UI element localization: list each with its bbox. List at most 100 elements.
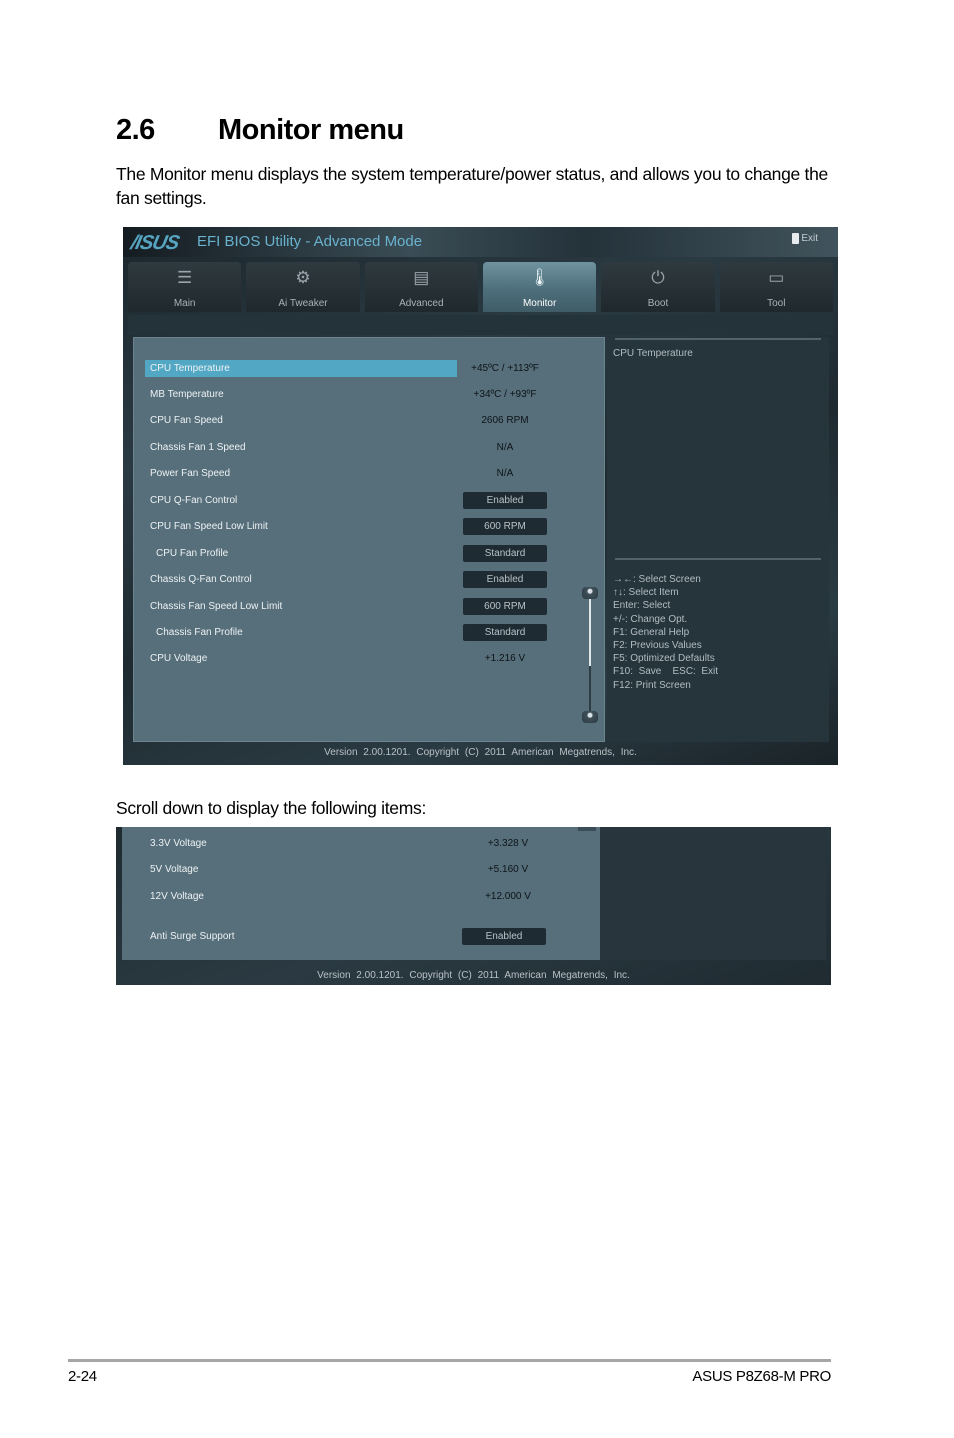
setting-row-cpu-q-fan-control[interactable]: CPU Q-Fan Control Enabled: [145, 492, 595, 510]
setting-value: +12.000 V: [485, 891, 531, 902]
setting-row-cpu-voltage[interactable]: CPU Voltage +1.216 V: [145, 650, 595, 668]
key-help-item: F1: General Help: [613, 626, 690, 638]
help-panel-scrolled: [600, 827, 826, 960]
setting-label: Chassis Fan Profile: [156, 627, 243, 638]
option-button[interactable]: Enabled: [463, 571, 547, 588]
sub-menu-bar: [128, 315, 833, 335]
section-number: 2.6: [116, 114, 155, 146]
bios-version-footer: Version 2.00.1201. Copyright (C) 2011 Am…: [324, 747, 637, 758]
setting-row-chassis-fan-1-speed[interactable]: Chassis Fan 1 Speed N/A: [145, 439, 595, 457]
page-number: 2-24: [68, 1368, 97, 1385]
exit-door-icon: [792, 233, 800, 244]
tab-monitor[interactable]: 🌡 Monitor: [482, 262, 597, 312]
bios-version-footer: Version 2.00.1201. Copyright (C) 2011 Am…: [317, 970, 630, 981]
scroll-knob-stub[interactable]: [578, 827, 596, 831]
scroll-note: Scroll down to display the following ite…: [116, 798, 427, 818]
setting-value: +1.216 V: [484, 653, 526, 664]
key-help-item: Enter: Select: [613, 600, 671, 612]
setting-row-3-3v-voltage[interactable]: 3.3V Voltage +3.328 V: [144, 835, 584, 853]
tab-tool[interactable]: ▭ Tool: [719, 262, 833, 312]
footer-rule: [68, 1359, 831, 1362]
advanced-icon: ▤: [413, 268, 430, 287]
exit-button[interactable]: Exit: [792, 233, 818, 244]
intro-paragraph: The Monitor menu displays the system tem…: [116, 164, 828, 208]
setting-value: +3.328 V: [487, 838, 529, 849]
list-icon: ☰: [177, 268, 193, 287]
setting-row-cpu-fan-profile[interactable]: CPU Fan Profile Standard: [145, 545, 595, 563]
option-button[interactable]: Enabled: [463, 492, 547, 509]
setting-row-cpu-fan-speed[interactable]: CPU Fan Speed 2606 RPM: [145, 412, 595, 430]
setting-label: Chassis Q-Fan Control: [150, 574, 252, 585]
option-button[interactable]: 600 RPM: [463, 598, 547, 615]
setting-value: N/A: [496, 468, 514, 479]
tab-label: Advanced: [399, 298, 444, 309]
setting-label: Power Fan Speed: [150, 468, 231, 479]
key-help-item: F12: Print Screen: [613, 679, 691, 691]
help-divider: [615, 558, 821, 560]
help-panel: CPU Temperature →←: Select Screen ↑↓: Se…: [607, 337, 829, 742]
setting-label: MB Temperature: [150, 389, 224, 400]
option-button[interactable]: Enabled: [462, 928, 546, 945]
setting-row-5v-voltage[interactable]: 5V Voltage +5.160 V: [144, 861, 584, 879]
scrollbar[interactable]: [582, 587, 598, 723]
setting-value: +5.160 V: [487, 864, 529, 875]
tab-label: Tool: [767, 298, 786, 309]
tab-advanced[interactable]: ▤ Advanced: [364, 262, 478, 312]
setting-row-anti-surge-support[interactable]: Anti Surge Support Enabled: [144, 928, 584, 946]
tab-label: Boot: [647, 298, 669, 309]
setting-row-power-fan-speed[interactable]: Power Fan Speed N/A: [145, 465, 595, 483]
bios-screenshot-main: /ISUS EFI BIOS Utility - Advanced Mode E…: [123, 227, 838, 765]
section-heading: 2.6 Monitor menu: [116, 114, 404, 147]
tab-ai-tweaker[interactable]: ⚙ Ai Tweaker: [246, 262, 360, 312]
power-icon: ⏻: [651, 268, 665, 287]
option-button[interactable]: Standard: [463, 624, 547, 641]
setting-value: 2606 RPM: [481, 415, 529, 426]
option-button[interactable]: Standard: [463, 545, 547, 562]
section-title: Monitor menu: [218, 114, 404, 146]
setting-label: Chassis Fan 1 Speed: [150, 442, 246, 453]
setting-label: CPU Fan Speed: [150, 415, 223, 426]
bios-screenshot-scrolled: 3.3V Voltage +3.328 V 5V Voltage +5.160 …: [116, 827, 831, 985]
scroll-down-knob[interactable]: [582, 711, 598, 723]
setting-row-12v-voltage[interactable]: 12V Voltage +12.000 V: [144, 888, 584, 906]
tab-boot[interactable]: ⏻ Boot: [601, 262, 715, 312]
setting-label: CPU Voltage: [150, 653, 208, 664]
option-button[interactable]: 600 RPM: [463, 518, 547, 535]
tab-label: Main: [173, 298, 196, 309]
monitor-thermometer-icon: 🌡: [528, 268, 551, 287]
setting-label: CPU Q-Fan Control: [150, 495, 238, 506]
bios-tabs: ☰ Main ⚙ Ai Tweaker ▤ Advanced 🌡 Monitor…: [128, 262, 833, 314]
setting-label: Chassis Fan Speed Low Limit: [150, 601, 283, 612]
setting-row-mb-temperature[interactable]: MB Temperature +34ºC / +93ºF: [145, 386, 595, 404]
setting-value: +45ºC / +113ºF: [471, 363, 539, 374]
help-divider: [615, 338, 821, 340]
bios-title: EFI BIOS Utility - Advanced Mode: [197, 233, 423, 250]
setting-row-chassis-fan-profile[interactable]: Chassis Fan Profile Standard: [145, 624, 595, 642]
tweaker-icon: ⚙: [295, 268, 311, 287]
setting-label: 5V Voltage: [150, 864, 199, 875]
setting-value: +34ºC / +93ºF: [473, 389, 537, 400]
exit-label: Exit: [801, 233, 818, 244]
setting-row-chassis-q-fan-control[interactable]: Chassis Q-Fan Control Enabled: [145, 571, 595, 589]
setting-row-cpu-temperature[interactable]: CPU Temperature +45ºC / +113ºF: [145, 360, 595, 378]
scroll-thumb-fill[interactable]: [589, 597, 591, 666]
scroll-up-knob[interactable]: [582, 587, 598, 599]
setting-label: CPU Temperature: [150, 363, 230, 374]
setting-label: Anti Surge Support: [150, 931, 235, 942]
tab-label: Monitor: [522, 298, 557, 309]
setting-row-chassis-fan-speed-low-limit[interactable]: Chassis Fan Speed Low Limit 600 RPM: [145, 598, 595, 616]
key-help-item: →←: Select Screen: [613, 574, 701, 585]
setting-label: 3.3V Voltage: [150, 838, 207, 849]
setting-row-cpu-fan-speed-low-limit[interactable]: CPU Fan Speed Low Limit 600 RPM: [145, 518, 595, 536]
settings-panel: CPU Temperature +45ºC / +113ºF MB Temper…: [133, 337, 605, 742]
product-name: ASUS P8Z68-M PRO: [692, 1368, 831, 1385]
setting-label: CPU Fan Profile: [156, 548, 229, 559]
setting-value: N/A: [496, 442, 514, 453]
help-title: CPU Temperature: [613, 348, 693, 359]
tab-label: Ai Tweaker: [278, 298, 328, 309]
key-help-item: F10: Save ESC: Exit: [613, 666, 719, 678]
setting-label: 12V Voltage: [150, 891, 204, 902]
tab-main[interactable]: ☰ Main: [128, 262, 242, 312]
key-help-item: F5: Optimized Defaults: [613, 653, 715, 665]
toolbox-icon: ▭: [768, 268, 785, 287]
